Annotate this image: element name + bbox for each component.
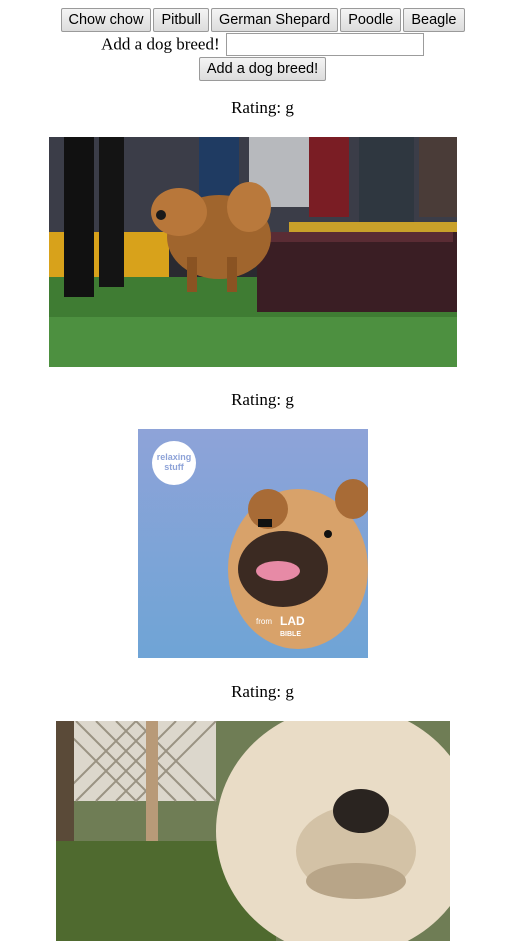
page: Chow chow Pitbull German Shepard Poodle Beag… xyxy=(0,0,525,941)
breed-button-chow-chow[interactable]: Chow chow xyxy=(60,8,152,32)
add-breed-label: Add a dog breed! xyxy=(101,34,220,54)
add-breed-button[interactable]: Add a dog breed! xyxy=(198,57,327,81)
rating-text: Rating: g xyxy=(231,98,294,117)
svg-text:stuff: stuff xyxy=(164,462,184,472)
breed-button-german-shepard[interactable]: German Shepard xyxy=(210,8,339,32)
breed-button-pitbull[interactable]: Pitbull xyxy=(153,8,209,32)
dog-gif-image: relaxing stuff from LAD BIBLE xyxy=(138,429,368,658)
lad-bible-watermark: LAD xyxy=(280,614,305,628)
svg-text:BIBLE: BIBLE xyxy=(280,631,301,638)
add-breed-submit-row: Add a dog breed! xyxy=(0,57,525,81)
relaxing-stuff-logo-text: relaxing xyxy=(157,452,192,462)
watermark-prefix: from xyxy=(256,617,272,626)
dog-gif-image xyxy=(56,721,450,941)
chow-chow-closeup-icon xyxy=(56,721,450,941)
add-breed-form: Add a dog breed! xyxy=(0,33,525,56)
chow-chow-relaxing-stuff-icon: relaxing stuff from LAD BIBLE xyxy=(138,429,368,658)
chow-chow-dog-show-icon xyxy=(49,137,457,367)
dog-gif-image xyxy=(49,137,457,367)
rating-text: Rating: g xyxy=(231,390,294,409)
breed-button-poodle[interactable]: Poodle xyxy=(340,8,402,32)
breed-button-bar: Chow chow Pitbull German Shepard Poodle Beag… xyxy=(0,8,525,32)
breed-button-beagle[interactable]: Beagle xyxy=(403,8,465,32)
rating-text: Rating: g xyxy=(231,682,294,701)
add-breed-input[interactable] xyxy=(225,33,424,56)
